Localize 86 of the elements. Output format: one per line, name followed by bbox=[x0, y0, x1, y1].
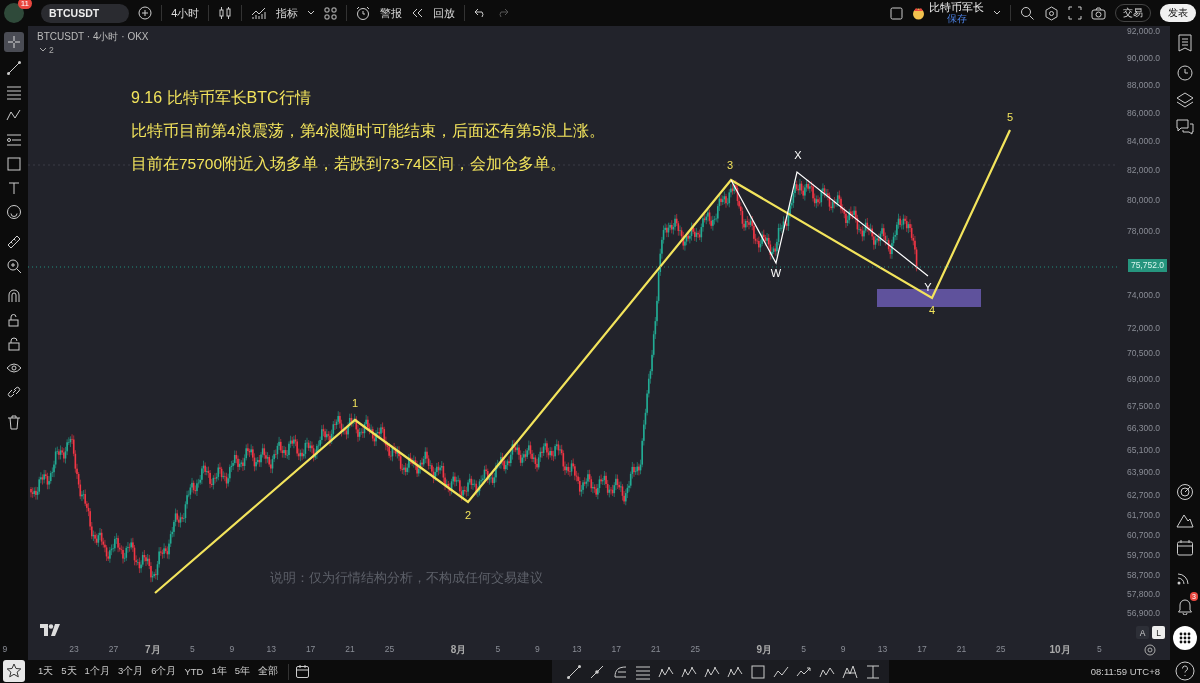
price-label: 74,000.0 bbox=[1126, 288, 1160, 301]
price-label: 59,700.0 bbox=[1126, 548, 1160, 561]
time-label: 9 bbox=[840, 644, 846, 654]
range-button[interactable]: YTD bbox=[180, 666, 208, 677]
price-label: 72,000.0 bbox=[1126, 321, 1160, 334]
time-label: 5 bbox=[1097, 644, 1102, 654]
time-label: 27 bbox=[108, 644, 119, 654]
range-button[interactable]: 6个月 bbox=[147, 665, 181, 678]
time-label: 8月 bbox=[450, 643, 467, 657]
time-label: 25 bbox=[690, 644, 700, 654]
wave-label: 5 bbox=[1006, 111, 1014, 123]
wave-label: 1 bbox=[351, 397, 359, 409]
wave-label: 3 bbox=[726, 159, 734, 171]
publish-button[interactable]: 发表 bbox=[1160, 4, 1196, 22]
time-label: 25 bbox=[384, 644, 395, 654]
price-label: 69,000.0 bbox=[1126, 373, 1160, 386]
wave-label: Y bbox=[924, 281, 932, 293]
time-label: 25 bbox=[996, 644, 1006, 654]
time-label: 5 bbox=[189, 644, 195, 654]
annotation-text: 比特币目前第4浪震荡，第4浪随时可能结束，后面还有第5浪上涨。 bbox=[131, 121, 605, 141]
range-button[interactable]: 1个月 bbox=[80, 665, 114, 678]
clock-text: 08:11:59 UTC+8 bbox=[1090, 666, 1161, 677]
price-label: 66,300.0 bbox=[1126, 421, 1160, 434]
price-label: 61,700.0 bbox=[1126, 508, 1160, 521]
price-label: 84,000.0 bbox=[1126, 135, 1160, 148]
range-button[interactable]: 1年 bbox=[207, 665, 231, 678]
price-label: 86,000.0 bbox=[1126, 106, 1160, 119]
time-label: 5 bbox=[495, 644, 501, 654]
disclaimer-text: 说明：仅为行情结构分析，不构成任何交易建议 bbox=[270, 569, 543, 587]
range-button[interactable]: 3个月 bbox=[113, 665, 148, 678]
price-label: 80,000.0 bbox=[1126, 194, 1160, 207]
save-status: 保存 bbox=[946, 13, 967, 24]
price-label: 56,900.0 bbox=[1126, 606, 1160, 619]
wave-label: X bbox=[794, 149, 802, 161]
notification-badge: 11 bbox=[17, 0, 32, 9]
time-label: 9 bbox=[535, 644, 540, 654]
trade-button[interactable]: 交易 bbox=[1115, 4, 1151, 22]
price-label: 70,500.0 bbox=[1126, 347, 1160, 360]
range-button[interactable]: 全部 bbox=[254, 665, 283, 678]
interval-button[interactable]: 4小时 bbox=[171, 5, 200, 21]
time-label: 17 bbox=[611, 644, 622, 654]
price-label: 65,100.0 bbox=[1126, 443, 1160, 456]
price-label: 62,700.0 bbox=[1126, 489, 1160, 502]
last-price-label: 75,752.0 bbox=[1127, 259, 1167, 273]
scale-button[interactable]: A bbox=[1136, 626, 1149, 639]
time-label: 10月 bbox=[1049, 643, 1071, 657]
collapse-toggle[interactable]: 2 bbox=[37, 45, 56, 55]
price-label: 67,500.0 bbox=[1126, 400, 1160, 412]
wave-label: W bbox=[770, 267, 782, 279]
layout-name[interactable]: 比特币军长 bbox=[929, 2, 984, 13]
time-label: 9 bbox=[2, 644, 8, 654]
time-label: 23 bbox=[69, 644, 79, 654]
price-label: 90,000.0 bbox=[1126, 51, 1160, 64]
price-label: 92,000.0 bbox=[1126, 25, 1160, 37]
price-label: 57,800.0 bbox=[1126, 587, 1160, 600]
time-label: 21 bbox=[956, 644, 967, 654]
annotation-text: 目前在75700附近入场多单，若跌到73-74区间，会加仓多单。 bbox=[131, 154, 567, 174]
price-label: 63,900.0 bbox=[1126, 466, 1160, 479]
indicators-button[interactable]: 指标 bbox=[276, 5, 299, 21]
alert-button[interactable]: 警报 bbox=[380, 5, 403, 21]
time-label: 17 bbox=[305, 644, 316, 654]
time-label: 9月 bbox=[756, 643, 772, 657]
price-label: 58,700.0 bbox=[1126, 569, 1160, 582]
time-label: 17 bbox=[917, 644, 927, 654]
time-label: 7月 bbox=[145, 643, 161, 657]
time-label: 21 bbox=[651, 644, 661, 654]
price-label: 78,000.0 bbox=[1126, 224, 1160, 237]
time-label: 9 bbox=[229, 644, 235, 654]
range-button[interactable]: 1天 bbox=[34, 665, 58, 678]
range-button[interactable]: 5天 bbox=[57, 665, 81, 678]
time-label: 21 bbox=[345, 644, 355, 654]
symbol-search-button[interactable]: BTCUSDT bbox=[41, 3, 130, 23]
symbol-legend: BTCUSDT · 4小时 · OKX bbox=[37, 30, 149, 44]
time-label: 13 bbox=[266, 644, 276, 654]
time-label: 13 bbox=[572, 644, 582, 654]
replay-button[interactable]: 回放 bbox=[433, 5, 456, 21]
wave-label: 4 bbox=[928, 304, 936, 316]
scale-button[interactable]: L bbox=[1152, 626, 1165, 639]
price-label: 88,000.0 bbox=[1126, 78, 1160, 91]
wave-label: 2 bbox=[464, 509, 472, 521]
annotation-title: 9.16 比特币军长BTC行情 bbox=[131, 88, 312, 108]
price-label: 60,700.0 bbox=[1126, 528, 1160, 541]
price-label: 82,000.0 bbox=[1126, 164, 1160, 177]
time-label: 5 bbox=[801, 644, 806, 654]
time-label: 13 bbox=[877, 644, 888, 654]
range-button[interactable]: 5年 bbox=[230, 665, 255, 678]
